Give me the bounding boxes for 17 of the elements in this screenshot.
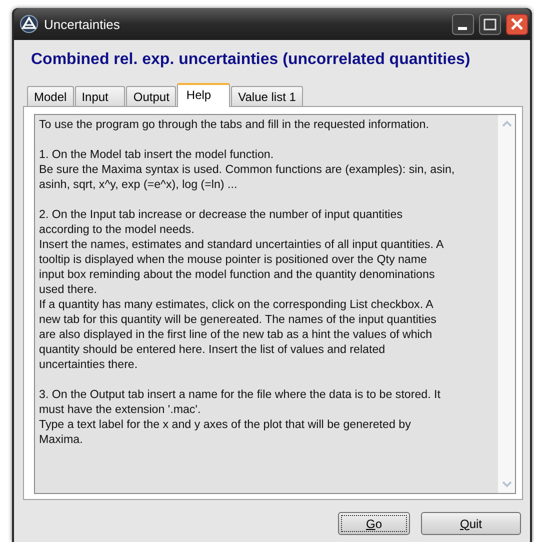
- tab[interactable]: Value list 1: [231, 86, 303, 106]
- dialog-button[interactable]: Quit: [421, 512, 521, 535]
- dialog-button[interactable]: Go: [338, 512, 410, 535]
- form-heading: Combined rel. exp. uncertainties (uncorrelated quantities): [30, 50, 472, 70]
- window-title: Uncertainties: [44, 16, 121, 32]
- tab[interactable]: Help: [177, 83, 230, 107]
- help-paragraph: 1. On the Model tab insert the model function. Be sure the Maxima syntax is used. Common functions are (examples): sin, asin, asinh, sqrt, x^y, exp (=e^x), log (=ln) ...: [39, 147, 456, 192]
- tab[interactable]: Input: [74, 86, 126, 106]
- help-paragraph: 2. On the Input tab increase or decrease the number of input quantities according to the model needs. Insert the names, estimates and standard uncertainties of all input quantities. A tooltip is displayed when the mouse pointer is positioned over the Qty name input box reminding about the model function and the quantity denominations used there. If a quantity has many estimates, click on the corresponding List checkbox. A new tab for this quantity will be genereated. The names of the input quantities are also displayed in the first line of the new tab as a hint the values of which quantity should be entered here. Insert the list of values and related uncertainties there.: [39, 207, 445, 372]
- triangle-logo-icon: [20, 15, 38, 33]
- help-paragraph: To use the program go through the tabs and fill in the requested information.: [39, 117, 430, 132]
- tab[interactable]: Output: [126, 86, 176, 106]
- maximize-icon[interactable]: [479, 14, 501, 34]
- close-icon[interactable]: [506, 14, 528, 34]
- help-paragraph: 3. On the Output tab insert a name for the file where the data is to be stored. It must have the extension '.mac'. Type a text label for the x and y axes of the plot that will be genereted by Maxima.: [39, 387, 442, 447]
- minimize-icon[interactable]: [452, 14, 474, 34]
- tab[interactable]: Model: [27, 86, 74, 106]
